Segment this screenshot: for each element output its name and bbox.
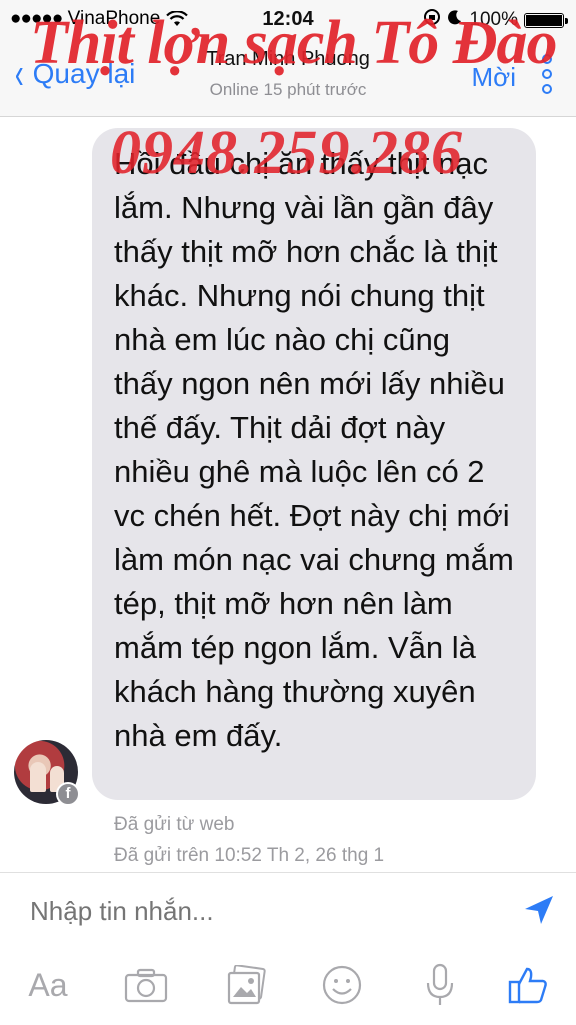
camera-icon[interactable] [122, 961, 170, 1009]
facebook-icon: f [56, 782, 80, 806]
watermark-phone: 0948.259.286 [110, 119, 463, 187]
composer: Aa [0, 872, 576, 1025]
sent-timestamp: Đã gửi trên 10:52 Th 2, 26 thg 1 [114, 845, 385, 866]
microphone-icon[interactable] [416, 961, 464, 1009]
text-format-button[interactable]: Aa [24, 961, 72, 1009]
watermark-title: Thịt lợn sạch Tô Đào [30, 9, 558, 77]
message-input[interactable] [28, 895, 502, 928]
like-icon[interactable] [504, 961, 552, 1009]
emoji-icon[interactable] [318, 961, 366, 1009]
send-icon[interactable] [522, 893, 556, 927]
composer-toolbar: Aa [0, 953, 576, 1023]
message-bubble[interactable]: Hồi đầu chị ăn thấy thịt nạc lắm. Nhưng … [92, 128, 536, 800]
photo-icon[interactable] [222, 961, 270, 1009]
sent-from-label: Đã gửi từ web [114, 814, 235, 835]
message-text: Hồi đầu chị ăn thấy thịt nạc lắm. Nhưng … [114, 146, 514, 753]
